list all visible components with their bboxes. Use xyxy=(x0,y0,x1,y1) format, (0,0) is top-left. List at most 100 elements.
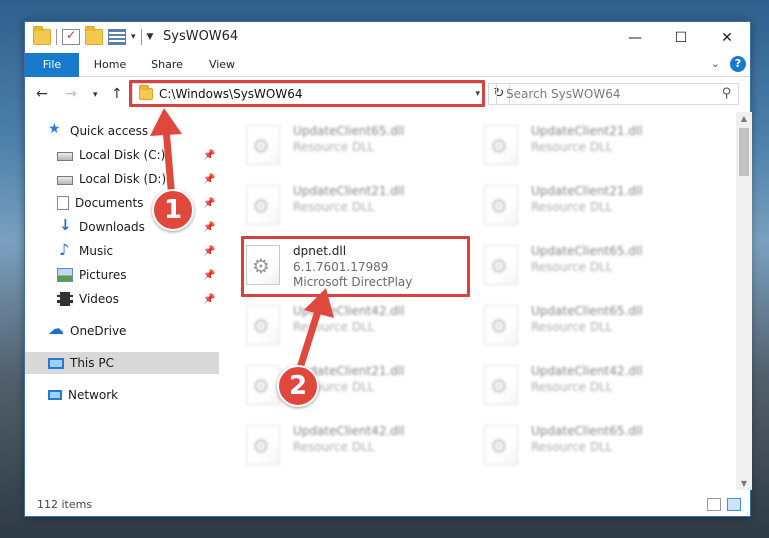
file-type: Resource DLL xyxy=(531,140,613,154)
address-bar[interactable]: C:\Windows\SysWOW64 ▾ xyxy=(132,83,485,105)
file-tile[interactable]: UpdateClient65.dll Resource DLL xyxy=(478,299,703,351)
title-bar: ▾ ▼ SysWOW64 — ☐ ✕ xyxy=(25,22,750,53)
vertical-scrollbar[interactable]: ▲ ▼ xyxy=(736,112,752,490)
dll-file-icon xyxy=(484,365,518,405)
file-type: Resource DLL xyxy=(531,260,613,274)
file-version: 6.1.7601.17989 xyxy=(293,260,389,274)
scroll-up-icon[interactable]: ▲ xyxy=(736,114,752,123)
sidebar-item-quick-access[interactable]: Quick access xyxy=(25,120,219,142)
file-description: Microsoft DirectPlay xyxy=(293,275,413,289)
file-tile[interactable]: UpdateClient65.dll Resource DLL xyxy=(478,239,703,291)
file-tile[interactable]: UpdateClient21.dll Resource DLL xyxy=(240,359,465,411)
star-icon xyxy=(48,121,64,138)
sidebar-item-local-disk-d[interactable]: Local Disk (D:) 📌 xyxy=(25,168,219,190)
pin-icon[interactable]: 📌 xyxy=(203,198,215,209)
minimize-button[interactable]: — xyxy=(612,22,658,53)
new-folder-icon[interactable] xyxy=(85,26,103,45)
maximize-button[interactable]: ☐ xyxy=(658,22,704,53)
scrollbar-thumb[interactable] xyxy=(739,128,749,176)
sidebar-item-this-pc[interactable]: This PC xyxy=(25,352,219,374)
pin-icon[interactable]: 📌 xyxy=(203,294,215,305)
sidebar-item-label: OneDrive xyxy=(70,324,127,338)
navigation-pane: Quick access Local Disk (C:) 📌 Local Dis… xyxy=(25,112,219,490)
file-tile[interactable]: UpdateClient65.dll Resource DLL xyxy=(240,119,465,171)
help-icon[interactable]: ? xyxy=(730,56,746,72)
file-name: UpdateClient21.dll xyxy=(293,184,405,198)
dll-file-icon xyxy=(246,185,280,225)
properties-icon[interactable] xyxy=(62,28,80,45)
onedrive-icon xyxy=(48,319,64,338)
file-type: Resource DLL xyxy=(531,440,613,454)
recent-locations-icon[interactable]: ▾ xyxy=(93,90,98,100)
tab-file[interactable]: File xyxy=(25,53,79,77)
dll-file-icon xyxy=(484,425,518,465)
file-tile[interactable]: UpdateClient42.dll Resource DLL xyxy=(240,299,465,351)
search-input[interactable]: Search SysWOW64 ⚲ xyxy=(496,83,739,105)
chevron-down-icon[interactable]: ▾ xyxy=(475,89,480,99)
sidebar-item-onedrive[interactable]: OneDrive xyxy=(25,319,219,342)
back-arrow-icon[interactable]: ← xyxy=(36,86,48,102)
file-name: UpdateClient42.dll xyxy=(293,424,405,438)
file-tile[interactable]: UpdateClient65.dll Resource DLL xyxy=(478,419,703,471)
file-tile[interactable]: UpdateClient42.dll Resource DLL xyxy=(240,419,465,471)
tab-view[interactable]: View xyxy=(197,53,247,77)
search-placeholder: Search SysWOW64 xyxy=(506,87,621,101)
computer-icon xyxy=(48,357,64,369)
close-button[interactable]: ✕ xyxy=(704,22,750,53)
dll-file-icon xyxy=(246,305,280,345)
window-title: SysWOW64 xyxy=(163,29,239,44)
file-tile-dpnet[interactable]: dpnet.dll 6.1.7601.17989 Microsoft Direc… xyxy=(240,239,465,291)
navigation-bar: ← → ▾ ↑ C:\Windows\SysWOW64 ▾ ↻ Search S… xyxy=(25,78,750,111)
folder-icon xyxy=(139,85,153,100)
forward-arrow-icon[interactable]: → xyxy=(65,86,77,102)
file-name: dpnet.dll xyxy=(293,244,347,258)
file-name: UpdateClient65.dll xyxy=(531,304,643,318)
customize-toolbar-icon[interactable]: ▼ xyxy=(147,32,154,42)
file-name: UpdateClient65.dll xyxy=(293,124,405,138)
pictures-icon xyxy=(57,268,73,282)
pin-icon[interactable]: 📌 xyxy=(203,150,215,161)
sidebar-item-videos[interactable]: Videos 📌 xyxy=(25,288,219,310)
file-tile[interactable]: UpdateClient21.dll Resource DLL xyxy=(240,179,465,231)
file-type: Resource DLL xyxy=(293,320,375,334)
folder-icon[interactable] xyxy=(33,26,51,45)
file-name: UpdateClient21.dll xyxy=(531,184,643,198)
file-tile[interactable]: UpdateClient21.dll Resource DLL xyxy=(478,179,703,231)
sidebar-item-local-disk-c[interactable]: Local Disk (C:) 📌 xyxy=(25,144,219,166)
file-tile[interactable]: UpdateClient21.dll Resource DLL xyxy=(478,119,703,171)
pin-icon[interactable]: 📌 xyxy=(203,270,215,281)
tab-home[interactable]: Home xyxy=(83,53,137,77)
sidebar-item-music[interactable]: Music 📌 xyxy=(25,240,219,262)
sidebar-item-network[interactable]: Network xyxy=(25,384,219,406)
file-type: Resource DLL xyxy=(293,440,375,454)
details-view-icon[interactable] xyxy=(707,498,721,511)
pin-icon[interactable]: 📌 xyxy=(203,246,215,257)
drive-icon xyxy=(57,175,73,185)
sidebar-item-label: Music xyxy=(79,244,114,258)
file-type: Resource DLL xyxy=(293,200,375,214)
toolbar-divider xyxy=(56,29,57,45)
view-options-icon[interactable] xyxy=(108,29,126,45)
sidebar-item-label: Pictures xyxy=(79,268,127,282)
tab-share[interactable]: Share xyxy=(139,53,195,77)
file-tile[interactable]: UpdateClient42.dll Resource DLL xyxy=(478,359,703,411)
sidebar-item-label: Documents xyxy=(75,196,144,210)
toolbar-divider xyxy=(140,29,142,45)
tiles-view-icon[interactable] xyxy=(727,498,741,511)
pin-icon[interactable]: 📌 xyxy=(203,174,215,185)
ribbon-tabs: File Home Share View ⌄ ? xyxy=(25,53,750,77)
scroll-down-icon[interactable]: ▼ xyxy=(736,479,752,488)
pin-icon[interactable]: 📌 xyxy=(203,222,215,233)
videos-icon xyxy=(57,292,73,306)
search-icon[interactable]: ⚲ xyxy=(722,86,732,101)
expand-ribbon-icon[interactable]: ⌄ xyxy=(711,57,720,70)
documents-icon xyxy=(57,196,69,210)
dll-file-icon xyxy=(484,245,518,285)
sidebar-item-label: Downloads xyxy=(79,220,145,234)
sidebar-item-pictures[interactable]: Pictures 📌 xyxy=(25,264,219,286)
up-arrow-icon[interactable]: ↑ xyxy=(111,86,123,102)
status-bar: 112 items xyxy=(25,494,750,516)
address-path[interactable]: C:\Windows\SysWOW64 xyxy=(159,87,303,101)
file-name: UpdateClient65.dll xyxy=(531,244,643,258)
chevron-down-icon[interactable]: ▾ xyxy=(131,32,136,42)
